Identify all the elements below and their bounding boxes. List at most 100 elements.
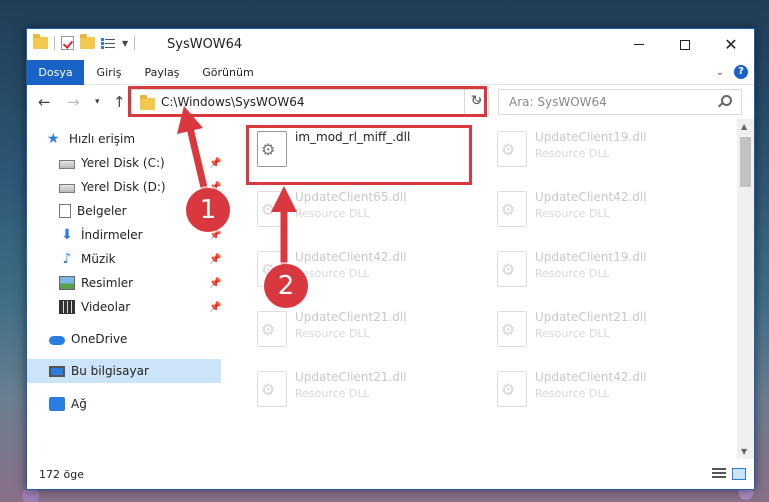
navigation-bar: ← → ▾ ↑ C:\Windows\SysWOW64 ⌄ ↻ Ara: Sys… bbox=[27, 85, 754, 119]
sidebar-item-label: İndirmeler bbox=[81, 228, 143, 242]
file-item[interactable]: UpdateClient19.dll Resource DLL bbox=[487, 127, 717, 187]
window-title: SysWOW64 bbox=[167, 37, 243, 52]
file-item[interactable]: UpdateClient21.dll Resource DLL bbox=[487, 307, 717, 367]
close-button[interactable]: ✕ bbox=[708, 29, 754, 60]
sidebar-item-label: Videolar bbox=[81, 300, 131, 314]
file-name: UpdateClient21.dll bbox=[295, 310, 407, 324]
status-bar: 172 öge bbox=[27, 459, 754, 489]
sidebar-item-label: Hızlı erişim bbox=[69, 132, 136, 146]
pin-icon[interactable]: 📌 bbox=[209, 278, 221, 289]
sidebar-item-this-pc[interactable]: Bu bilgisayar bbox=[27, 359, 221, 383]
quick-access-toolbar: ▼ bbox=[33, 34, 136, 50]
file-type: Resource DLL bbox=[295, 387, 370, 400]
sidebar-item-label: OneDrive bbox=[71, 332, 128, 346]
cloud-icon bbox=[49, 336, 65, 345]
file-type: Resource DLL bbox=[535, 327, 610, 340]
minimize-button[interactable] bbox=[616, 29, 662, 60]
dll-file-icon bbox=[497, 131, 527, 167]
file-item[interactable]: UpdateClient42.dll Resource DLL bbox=[487, 187, 717, 247]
dll-file-icon bbox=[497, 191, 527, 227]
sidebar-item-network[interactable]: Ağ bbox=[27, 392, 221, 416]
computer-icon bbox=[49, 365, 65, 377]
recent-locations-chevron-icon[interactable]: ▾ bbox=[95, 97, 100, 107]
scroll-down-arrow-icon[interactable]: ▼ bbox=[741, 447, 747, 456]
sidebar-item-label: Yerel Disk (D:) bbox=[81, 180, 166, 194]
large-icons-view-icon[interactable] bbox=[732, 468, 746, 480]
sidebar-item-downloads[interactable]: ⬇ İndirmeler 📌 bbox=[27, 223, 221, 247]
documents-icon bbox=[59, 204, 71, 218]
tab-giris[interactable]: Giriş bbox=[86, 60, 132, 85]
dll-file-icon bbox=[497, 251, 527, 287]
dll-file-icon bbox=[497, 311, 527, 347]
file-type: Resource DLL bbox=[535, 387, 610, 400]
videos-icon bbox=[59, 300, 75, 314]
file-item[interactable]: UpdateClient21.dll Resource DLL bbox=[247, 307, 477, 367]
tab-paylas[interactable]: Paylaş bbox=[135, 60, 189, 85]
scroll-up-arrow-icon[interactable]: ▲ bbox=[741, 122, 747, 131]
toolbar-divider bbox=[54, 36, 55, 50]
file-type: Resource DLL bbox=[535, 147, 610, 160]
file-type: Resource DLL bbox=[535, 267, 610, 280]
ribbon-tabs: Dosya Giriş Paylaş Görünüm ⌄ ? bbox=[27, 60, 754, 85]
view-properties-icon[interactable] bbox=[101, 36, 116, 50]
pin-icon[interactable]: 📌 bbox=[209, 302, 221, 313]
back-arrow-icon[interactable]: ← bbox=[38, 93, 51, 111]
minimize-icon bbox=[634, 44, 644, 45]
file-explorer-window: ▼ SysWOW64 ✕ Dosya Giriş Paylaş Görünüm … bbox=[26, 28, 755, 490]
chevron-down-icon[interactable]: ▼ bbox=[122, 39, 128, 48]
search-input[interactable]: Ara: SysWOW64 bbox=[498, 89, 742, 115]
pin-icon[interactable]: 📌 bbox=[209, 158, 221, 169]
expand-ribbon-chevron-icon[interactable]: ⌄ bbox=[716, 67, 724, 78]
up-arrow-icon[interactable]: ↑ bbox=[113, 93, 126, 111]
pictures-icon bbox=[59, 276, 75, 290]
sidebar-item-local-disk-c[interactable]: Yerel Disk (C:) 📌 bbox=[27, 151, 221, 175]
tab-gorunum[interactable]: Görünüm bbox=[194, 60, 262, 85]
scrollbar-thumb[interactable] bbox=[740, 137, 751, 187]
sidebar-item-onedrive[interactable]: OneDrive bbox=[27, 327, 221, 351]
file-item[interactable]: UpdateClient42.dll Resource DLL bbox=[487, 367, 717, 427]
view-toggle bbox=[712, 468, 746, 480]
maximize-button[interactable] bbox=[662, 29, 708, 60]
file-item[interactable]: UpdateClient65.dll Resource DLL bbox=[247, 187, 477, 247]
pin-icon[interactable]: 📌 bbox=[209, 254, 221, 265]
folder-icon bbox=[33, 34, 48, 49]
file-name: UpdateClient19.dll bbox=[535, 130, 647, 144]
file-item[interactable]: UpdateClient21.dll Resource DLL bbox=[247, 367, 477, 427]
navigation-pane: ★ Hızlı erişim Yerel Disk (C:) 📌 Yerel D… bbox=[27, 119, 221, 459]
file-name: UpdateClient42.dll bbox=[535, 370, 647, 384]
item-count: 172 öge bbox=[39, 468, 84, 481]
close-icon: ✕ bbox=[724, 34, 738, 54]
forward-arrow-icon[interactable]: → bbox=[67, 93, 80, 111]
vertical-scrollbar[interactable]: ▲ ▼ bbox=[737, 119, 754, 459]
file-highlight-box bbox=[246, 125, 472, 185]
star-icon: ★ bbox=[47, 131, 60, 147]
sidebar-item-label: Belgeler bbox=[77, 204, 127, 218]
sidebar-item-label: Bu bilgisayar bbox=[71, 364, 149, 378]
sidebar-item-label: Müzik bbox=[81, 252, 116, 266]
properties-check-icon[interactable] bbox=[61, 36, 74, 50]
file-type: Resource DLL bbox=[295, 207, 370, 220]
sidebar-item-music[interactable]: ♪ Müzik 📌 bbox=[27, 247, 222, 271]
download-icon: ⬇ bbox=[61, 227, 73, 243]
sidebar-item-pictures[interactable]: Resimler 📌 bbox=[27, 271, 221, 295]
sidebar-item-quick-access[interactable]: ★ Hızlı erişim bbox=[27, 127, 221, 151]
search-icon[interactable] bbox=[721, 95, 732, 106]
address-highlight-box bbox=[128, 86, 487, 117]
file-item[interactable]: UpdateClient19.dll Resource DLL bbox=[487, 247, 717, 307]
details-view-icon[interactable] bbox=[712, 468, 726, 480]
search-placeholder: Ara: SysWOW64 bbox=[509, 95, 607, 109]
tab-dosya[interactable]: Dosya bbox=[27, 60, 84, 85]
new-folder-icon[interactable] bbox=[80, 34, 95, 49]
dll-file-icon bbox=[257, 191, 287, 227]
file-name: UpdateClient65.dll bbox=[295, 190, 407, 204]
ribbon-right-controls: ⌄ ? bbox=[716, 65, 748, 79]
sidebar-item-videos[interactable]: Videolar 📌 bbox=[27, 295, 221, 319]
sidebar-item-label: Ağ bbox=[71, 397, 87, 411]
file-type: Resource DLL bbox=[295, 327, 370, 340]
sidebar-item-label: Yerel Disk (C:) bbox=[81, 156, 165, 170]
file-name: UpdateClient19.dll bbox=[535, 250, 647, 264]
maximize-icon bbox=[680, 39, 690, 50]
help-icon[interactable]: ? bbox=[734, 65, 748, 79]
network-icon bbox=[49, 397, 65, 411]
dll-file-icon bbox=[257, 371, 287, 407]
